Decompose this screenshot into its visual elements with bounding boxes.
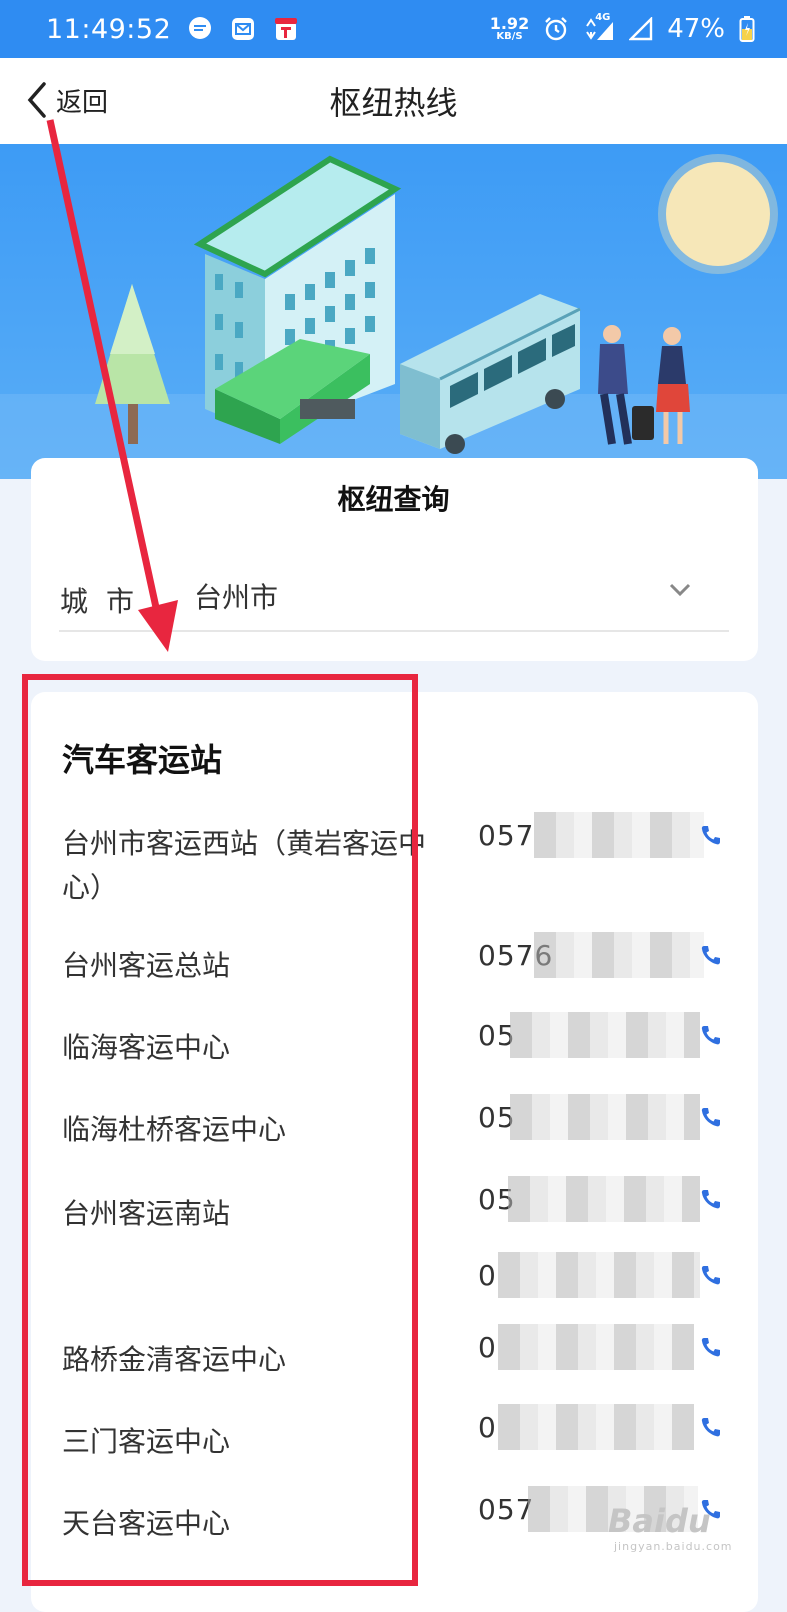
phone-number: 0	[478, 1410, 497, 1444]
status-bar: 11:49:52 1.92 KB/S 4G 47%	[0, 0, 787, 58]
phone-redaction	[498, 1404, 694, 1450]
station-name: 临海杜桥客运中心	[62, 1113, 287, 1146]
status-right: 1.92 KB/S 4G 47%	[489, 12, 755, 44]
baidu-watermark: Baidu jingyan.baidu.com	[608, 1502, 733, 1553]
status-time: 11:49:52	[46, 13, 172, 45]
phone-redaction	[510, 1094, 700, 1140]
chevron-left-icon	[27, 82, 46, 118]
chevron-down-icon[interactable]	[668, 582, 692, 598]
battery-percent: 47%	[667, 14, 725, 44]
divider	[59, 630, 729, 632]
phone-icon[interactable]	[700, 1188, 720, 1210]
phone-icon[interactable]	[700, 1336, 720, 1358]
banner-illustration	[0, 144, 787, 479]
net-speed: 1.92 KB/S	[489, 14, 530, 42]
alarm-icon	[545, 17, 568, 41]
phone-icon[interactable]	[700, 1106, 720, 1128]
phone-redaction	[534, 812, 704, 858]
phone-number: 057	[478, 818, 535, 852]
battery-icon	[739, 16, 755, 42]
signal-4g: 4G	[583, 12, 615, 42]
mail-icon	[232, 18, 255, 40]
phone-number: 057	[478, 1492, 535, 1526]
station-phone[interactable]: 05	[478, 1092, 728, 1142]
back-label: 返回	[56, 87, 109, 118]
notification-icons	[187, 16, 299, 42]
station-phone[interactable]: 0	[478, 1402, 728, 1452]
transport-hub-illustration	[0, 154, 787, 479]
section-title: 汽车客运站	[62, 741, 223, 779]
phone-redaction	[498, 1324, 694, 1370]
phone-icon[interactable]	[700, 1416, 720, 1438]
query-title: 枢纽查询	[337, 483, 450, 516]
city-value[interactable]: 台州市	[194, 576, 278, 616]
message-icon	[189, 17, 212, 39]
nav-bar: 返回 枢纽热线	[0, 58, 787, 144]
station-phone[interactable]: 057	[478, 810, 728, 860]
back-button[interactable]: 返回	[24, 80, 108, 120]
station-phone[interactable]: 0	[478, 1322, 728, 1372]
page-title: 枢纽热线	[329, 84, 458, 122]
signal-empty-icon	[629, 17, 653, 41]
station-phone[interactable]: 0	[478, 1250, 728, 1300]
phone-redaction	[508, 1176, 700, 1222]
station-name: 路桥金清客运中心	[62, 1343, 287, 1376]
app-notification-icon	[275, 18, 298, 40]
phone-icon[interactable]	[700, 1024, 720, 1046]
phone-redaction	[534, 932, 704, 978]
station-phone[interactable]: 0576	[478, 930, 728, 980]
station-name: 天台客运中心	[62, 1507, 231, 1540]
station-name: 三门客运中心	[62, 1425, 231, 1458]
station-phone[interactable]: 05	[478, 1010, 728, 1060]
phone-redaction	[510, 1012, 700, 1058]
city-label: 城市	[60, 585, 153, 618]
station-name: 临海客运中心	[62, 1031, 231, 1064]
phone-icon[interactable]	[700, 944, 720, 966]
phone-icon[interactable]	[700, 824, 720, 846]
phone-number: 0	[478, 1258, 497, 1292]
station-name: 台州市客运西站（黄岩客运中心）	[62, 827, 427, 904]
phone-redaction	[498, 1252, 700, 1298]
station-name: 台州客运总站	[62, 949, 231, 982]
station-name: 台州客运南站	[62, 1197, 231, 1230]
station-phone[interactable]: 05	[478, 1174, 728, 1224]
phone-number: 0	[478, 1330, 497, 1364]
phone-icon[interactable]	[700, 1264, 720, 1286]
